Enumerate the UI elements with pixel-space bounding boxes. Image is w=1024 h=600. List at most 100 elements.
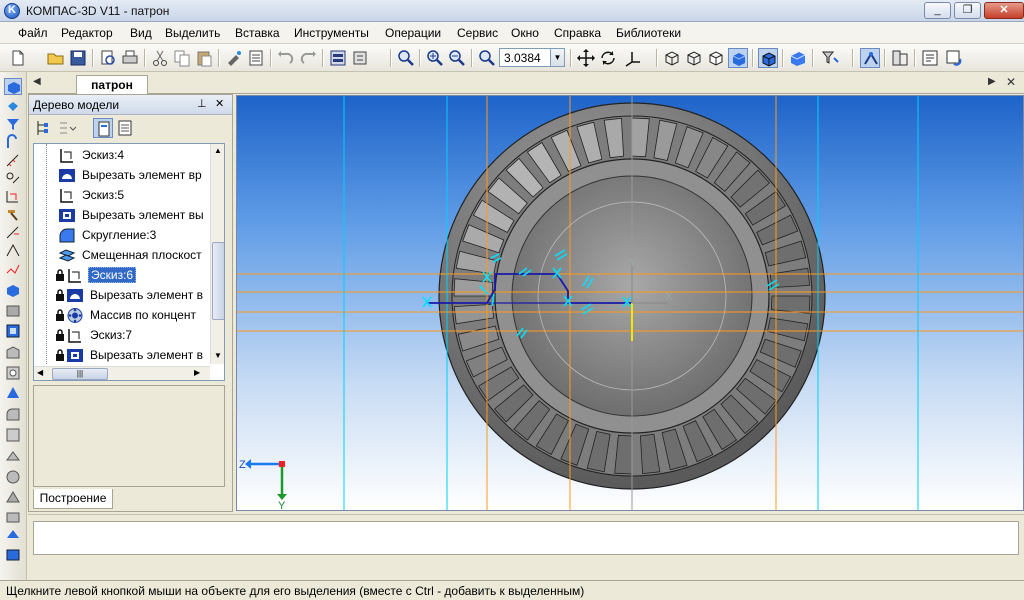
print-preview-icon[interactable] bbox=[98, 48, 118, 68]
zoom-window-icon[interactable] bbox=[396, 48, 416, 68]
extrude-icon[interactable] bbox=[4, 282, 22, 299]
menu-operations[interactable]: Операции bbox=[385, 26, 441, 40]
model-viewport[interactable]: X Y Z Y bbox=[236, 95, 1024, 511]
new-file-icon[interactable] bbox=[8, 48, 28, 68]
save-icon[interactable] bbox=[68, 48, 88, 68]
tree-item[interactable]: Эскиз:6 bbox=[34, 266, 206, 286]
loft-icon[interactable] bbox=[4, 344, 22, 361]
tree-item[interactable]: Вырезать элемент в bbox=[34, 346, 206, 366]
scroll-thumb[interactable]: ||| bbox=[52, 368, 108, 380]
tree-item[interactable]: Эскиз:5 bbox=[34, 186, 206, 206]
minimize-button[interactable]: _ bbox=[924, 2, 951, 19]
tree-horizontal-scrollbar[interactable]: ◀ ||| ▶ bbox=[34, 366, 210, 380]
snap-icon[interactable] bbox=[860, 48, 880, 68]
rebuild-icon[interactable] bbox=[920, 48, 940, 68]
shaded-icon[interactable] bbox=[728, 48, 748, 68]
zoom-dropdown-button[interactable]: ▼ bbox=[551, 48, 565, 67]
hidden-lines-icon[interactable] bbox=[684, 48, 704, 68]
scroll-right-icon[interactable]: ▶ bbox=[194, 368, 200, 377]
pin-icon[interactable]: ⊥ bbox=[197, 97, 207, 110]
open-file-icon[interactable] bbox=[46, 48, 66, 68]
cut-icon[interactable] bbox=[150, 48, 170, 68]
copy-icon[interactable] bbox=[172, 48, 192, 68]
tree-item[interactable]: Эскиз:4 bbox=[34, 146, 206, 166]
menu-file[interactable]: Файл bbox=[18, 26, 48, 40]
tree-view-mode-icon[interactable] bbox=[57, 118, 77, 138]
zoom-out-icon[interactable] bbox=[447, 48, 467, 68]
array-icon[interactable] bbox=[4, 508, 22, 525]
undo-icon[interactable] bbox=[276, 48, 296, 68]
tree-order-icon[interactable] bbox=[93, 118, 113, 138]
shaded-edges-icon[interactable] bbox=[758, 48, 778, 68]
format-painter-icon[interactable] bbox=[224, 48, 244, 68]
panel-close-icon[interactable]: ✕ bbox=[215, 97, 224, 110]
regenerate-icon[interactable] bbox=[944, 48, 964, 68]
tab-document[interactable]: патрон bbox=[76, 75, 148, 95]
redo-icon[interactable] bbox=[298, 48, 318, 68]
fillet-tool-icon[interactable] bbox=[4, 406, 22, 423]
paste-icon[interactable] bbox=[194, 48, 214, 68]
tree-item[interactable]: Массив по концент bbox=[34, 306, 206, 326]
tab-scroll-right-icon[interactable]: ▶ bbox=[988, 76, 996, 87]
tree-item[interactable]: Смещенная плоскост bbox=[34, 246, 206, 266]
scroll-left-icon[interactable]: ◀ bbox=[37, 368, 43, 377]
menu-tools[interactable]: Инструменты bbox=[294, 26, 369, 40]
command-field[interactable] bbox=[33, 521, 1019, 555]
mirror-icon[interactable] bbox=[4, 526, 22, 543]
menu-window[interactable]: Окно bbox=[511, 26, 539, 40]
hammer-icon[interactable] bbox=[4, 206, 22, 223]
properties-icon[interactable] bbox=[246, 48, 266, 68]
close-button[interactable]: ✕ bbox=[984, 2, 1024, 19]
tree-structure-icon[interactable] bbox=[33, 118, 53, 138]
tree-item[interactable]: Скругление:3 bbox=[34, 226, 206, 246]
scroll-up-icon[interactable]: ▲ bbox=[214, 146, 222, 155]
restore-button[interactable]: ❐ bbox=[954, 2, 981, 19]
filter-tool-icon[interactable] bbox=[4, 116, 22, 133]
tree-vertical-scrollbar[interactable]: ▲ ▼ bbox=[210, 144, 224, 364]
tab-construction[interactable]: Построение bbox=[33, 489, 113, 509]
menu-service[interactable]: Сервис bbox=[457, 26, 498, 40]
rotate-icon[interactable] bbox=[598, 48, 618, 68]
zoom-in-icon[interactable] bbox=[425, 48, 445, 68]
manager-icon[interactable] bbox=[328, 48, 348, 68]
zoom-scale-icon[interactable] bbox=[477, 48, 497, 68]
pan-icon[interactable] bbox=[576, 48, 596, 68]
designation-icon[interactable] bbox=[4, 242, 22, 259]
chamfer-icon[interactable] bbox=[4, 426, 22, 443]
editing-details-icon[interactable] bbox=[4, 78, 22, 95]
revolve-icon[interactable] bbox=[4, 302, 22, 319]
menu-view[interactable]: Вид bbox=[130, 26, 152, 40]
orientation-icon[interactable] bbox=[622, 48, 642, 68]
tab-scroll-left-icon[interactable]: ◀ bbox=[33, 76, 41, 87]
cut-revolve-icon[interactable] bbox=[4, 384, 22, 401]
rib-icon[interactable] bbox=[4, 488, 22, 505]
dimensions-icon[interactable] bbox=[4, 188, 22, 205]
tab-close-icon[interactable]: ✕ bbox=[1006, 75, 1016, 89]
shell-icon[interactable] bbox=[4, 448, 22, 465]
surfaces-icon[interactable] bbox=[4, 134, 22, 151]
measure-icon[interactable] bbox=[4, 152, 22, 169]
scroll-down-icon[interactable]: ▼ bbox=[214, 351, 222, 360]
sweep-icon[interactable] bbox=[4, 322, 22, 339]
menu-select[interactable]: Выделить bbox=[165, 26, 220, 40]
menu-edit[interactable]: Редактор bbox=[61, 26, 113, 40]
cut-extrude-icon[interactable] bbox=[4, 364, 22, 381]
tree-item[interactable]: Эскиз:7 bbox=[34, 326, 206, 346]
tree-item[interactable]: Вырезать элемент вы bbox=[34, 206, 206, 226]
spec-icon[interactable] bbox=[4, 260, 22, 277]
geometry-icon[interactable] bbox=[4, 170, 22, 187]
spatial-curves-icon[interactable] bbox=[4, 98, 22, 115]
zoom-scale-input[interactable]: 3.0384 bbox=[499, 48, 551, 67]
tree-icon[interactable] bbox=[350, 48, 370, 68]
assembly-icon[interactable] bbox=[4, 546, 22, 563]
tree-list-icon[interactable] bbox=[115, 118, 135, 138]
menu-libraries[interactable]: Библиотеки bbox=[616, 26, 681, 40]
hidden-lines-thin-icon[interactable] bbox=[706, 48, 726, 68]
print-icon[interactable] bbox=[120, 48, 140, 68]
tree-item[interactable]: Вырезать элемент вр bbox=[34, 166, 206, 186]
menu-help[interactable]: Справка bbox=[554, 26, 601, 40]
tree-item[interactable]: Вырезать элемент в bbox=[34, 286, 206, 306]
menu-insert[interactable]: Вставка bbox=[235, 26, 280, 40]
filter-icon[interactable] bbox=[820, 48, 840, 68]
hole-icon[interactable] bbox=[4, 468, 22, 485]
